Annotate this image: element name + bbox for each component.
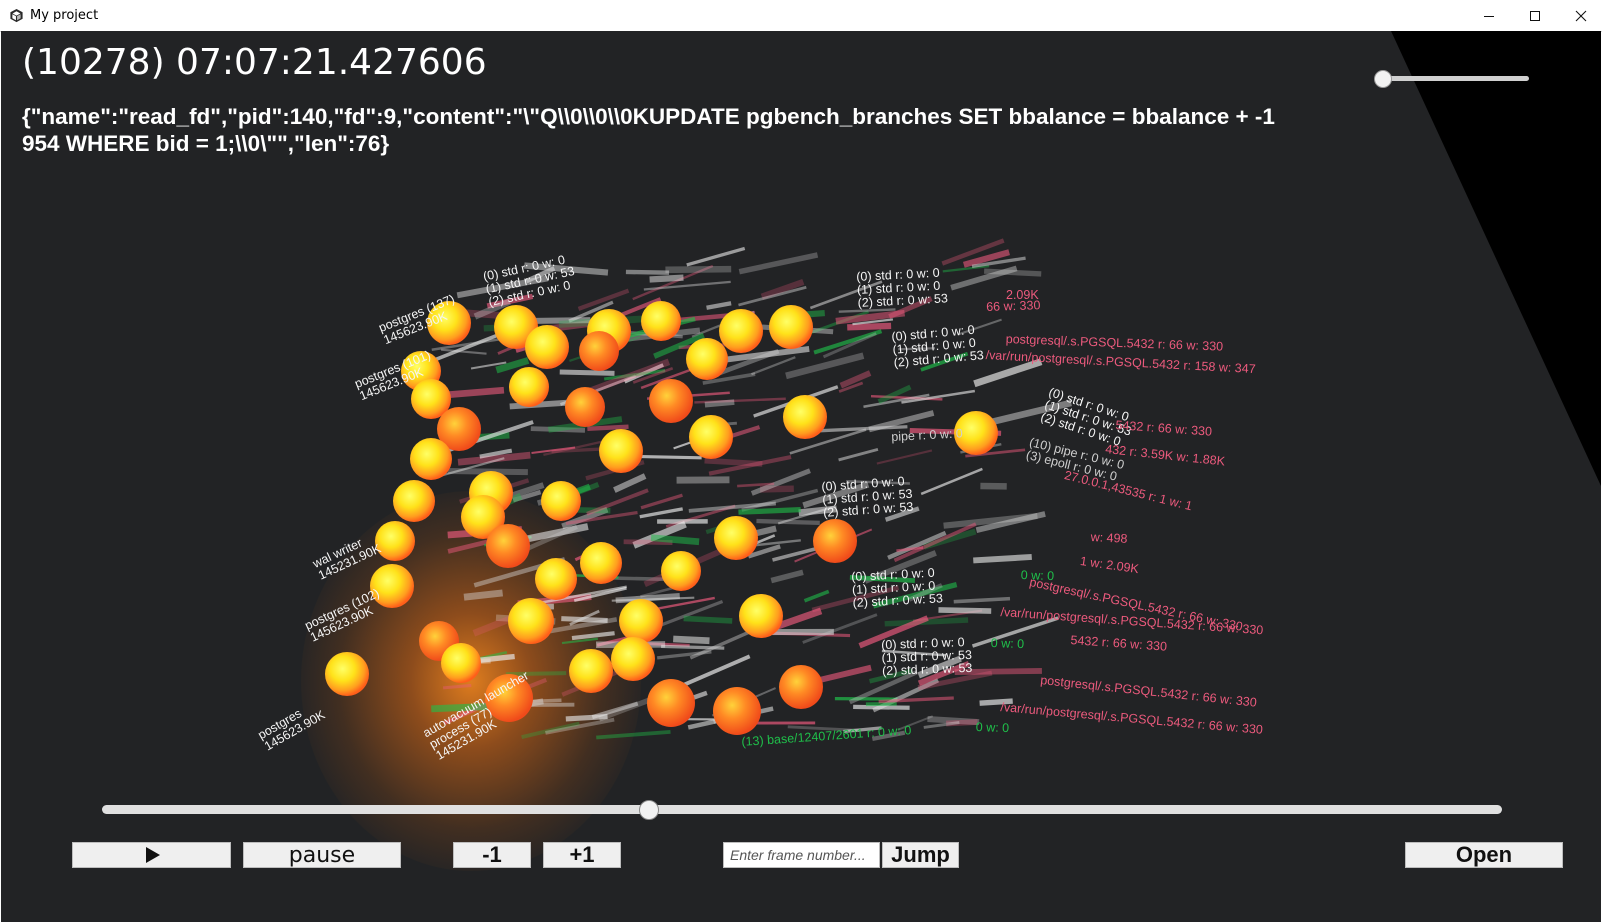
process-sphere: [393, 480, 435, 522]
label-haze-stroke: [640, 493, 683, 510]
window-titlebar: My project: [0, 0, 1602, 32]
close-icon: [1575, 10, 1587, 21]
label-haze-stroke: [738, 252, 819, 275]
label-haze-stroke: [754, 721, 816, 725]
play-button[interactable]: [72, 842, 231, 868]
process-sphere: [611, 637, 655, 681]
timeline-track[interactable]: [102, 805, 1502, 814]
process-sphere: [599, 429, 643, 473]
label-haze-stroke: [657, 519, 708, 524]
pause-button[interactable]: pause: [243, 842, 401, 868]
label-haze-stroke: [442, 683, 472, 690]
fd-label: (0) std r: 0 w: 0 (1) std r: 0 w: 53 (2) s…: [880, 635, 973, 678]
process-sphere: [779, 665, 823, 709]
process-sphere: [813, 519, 857, 563]
process-sphere: [441, 643, 481, 683]
minimize-icon: [1484, 15, 1494, 17]
process-sphere: [410, 438, 452, 480]
label-haze-stroke: [953, 596, 1011, 604]
unity-cube-icon: [10, 8, 23, 23]
label-haze-stroke: [838, 447, 879, 462]
process-sphere: [719, 309, 763, 353]
label-haze-stroke: [704, 457, 763, 467]
process-sphere: [535, 558, 577, 600]
process-sphere: [565, 387, 605, 427]
maximize-button[interactable]: [1512, 0, 1558, 31]
scene-viewport[interactable]: (10278) 07:07:21.427606 {"name":"read_fd…: [1, 31, 1601, 922]
socket-label: w: 498: [1090, 530, 1128, 546]
step-back-button[interactable]: -1: [453, 842, 531, 868]
minimize-button[interactable]: [1466, 0, 1512, 31]
label-haze-stroke: [673, 635, 710, 645]
label-haze-stroke: [655, 600, 724, 629]
process-sphere: [486, 524, 530, 568]
fd-label: (0) std r: 0 w: 0 (1) std r: 0 w: 0 (2) st…: [855, 265, 949, 310]
label-haze-stroke: [938, 607, 992, 614]
file-label: 0 w: 0: [990, 636, 1025, 652]
label-haze-stroke: [447, 386, 505, 399]
maximize-icon: [1530, 10, 1540, 21]
label-haze-stroke: [676, 476, 730, 484]
process-sphere: [641, 301, 681, 341]
process-sphere: [713, 687, 761, 735]
label-haze-stroke: [706, 301, 732, 310]
process-sphere: [541, 481, 581, 521]
fd-label: (0) std r: 0 w: 0 (1) std r: 0 w: 53 (2) s…: [820, 474, 914, 520]
process-sphere: [569, 649, 613, 693]
frame-number-input[interactable]: [723, 842, 880, 868]
label-haze-stroke: [802, 613, 878, 644]
process-sphere: [739, 594, 783, 638]
process-sphere: [783, 395, 827, 439]
step-forward-button[interactable]: +1: [543, 842, 621, 868]
process-sphere: [661, 551, 701, 591]
process-sphere: [647, 679, 695, 727]
label-haze-stroke: [803, 589, 830, 603]
process-sphere: [649, 379, 693, 423]
label-haze-stroke: [596, 729, 671, 740]
process-sphere: [686, 338, 728, 380]
label-haze-stroke: [665, 265, 732, 274]
process-sphere: [509, 367, 549, 407]
label-haze-stroke: [613, 473, 647, 493]
label-haze-stroke: [625, 269, 670, 275]
label-haze-stroke: [683, 615, 733, 624]
label-haze-stroke: [591, 701, 639, 720]
process-sphere: [619, 599, 663, 643]
close-button[interactable]: [1558, 0, 1602, 31]
process-sphere: [769, 305, 813, 349]
label-haze-stroke: [980, 482, 1007, 490]
timeline-thumb[interactable]: [639, 800, 659, 820]
label-haze-stroke: [679, 654, 751, 689]
label-haze-stroke: [876, 449, 933, 465]
process-sphere: [325, 652, 369, 696]
process-sphere: [579, 331, 619, 371]
process-sphere: [525, 325, 569, 369]
window-title: My project: [30, 8, 99, 23]
label-haze-stroke: [643, 280, 731, 291]
file-label: 0 w: 0: [975, 720, 1010, 736]
file-label: 0 w: 0: [1020, 568, 1055, 584]
open-button[interactable]: Open: [1405, 842, 1563, 868]
jump-button[interactable]: Jump: [882, 842, 959, 868]
label-haze-stroke: [973, 553, 1032, 564]
process-graph: postgres (137) 145623.90K postgres (101) 1…: [1, 31, 1601, 922]
label-haze-stroke: [686, 246, 746, 267]
socket-label: 2.09K: [1006, 288, 1039, 302]
fd-label: (0) std r: 0 w: 0 (1) std r: 0 w: 0 (2) st…: [850, 565, 944, 610]
label-haze-stroke: [738, 285, 807, 307]
label-haze-stroke: [770, 569, 804, 584]
fd-label: (0) std r: 0 w: 0 (1) std r: 0 w: 0 (2) st…: [890, 322, 985, 370]
label-haze-stroke: [920, 467, 983, 496]
label-haze-stroke: [639, 507, 683, 519]
label-haze-stroke: [463, 589, 504, 601]
process-sphere: [689, 415, 733, 459]
process-sphere: [714, 516, 758, 560]
process-sphere: [580, 542, 622, 584]
process-sphere: [508, 598, 554, 644]
label-haze-stroke: [559, 369, 615, 376]
play-icon: [145, 847, 160, 863]
graph-shapes: [325, 238, 1072, 741]
label-haze-stroke: [586, 488, 649, 516]
label-haze-stroke: [817, 664, 872, 684]
